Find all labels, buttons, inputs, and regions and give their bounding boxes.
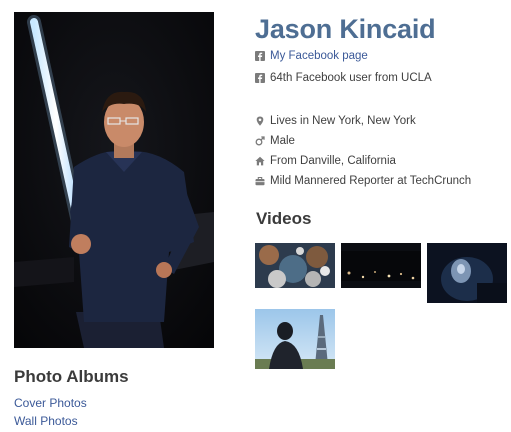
album-link-wall-photos[interactable]: Wall Photos: [14, 414, 78, 428]
videos-heading: Videos: [256, 209, 312, 228]
detail-text-gender: Male: [270, 135, 295, 147]
facebook-icon: [255, 51, 265, 61]
briefcase-icon: [255, 176, 265, 186]
facebook-note-row: 64th Facebook user from UCLA: [255, 70, 432, 86]
video-thumbnail[interactable]: [427, 243, 507, 303]
detail-row-location: Lives in New York, New York: [255, 113, 416, 129]
album-link-cover-photos[interactable]: Cover Photos: [14, 396, 87, 410]
facebook-icon: [255, 73, 265, 83]
detail-text-location: Lives in New York, New York: [270, 115, 416, 127]
profile-name: Jason Kincaid: [255, 14, 436, 44]
detail-text-hometown: From Danville, California: [270, 155, 396, 167]
my-facebook-page-link[interactable]: My Facebook page: [270, 50, 368, 62]
facebook-user-note: 64th Facebook user from UCLA: [270, 72, 432, 84]
detail-row-gender: Male: [255, 133, 295, 149]
video-thumbnail[interactable]: [255, 243, 335, 288]
photo-albums-heading: Photo Albums: [14, 367, 129, 386]
home-icon: [255, 156, 265, 166]
video-thumbnail[interactable]: [255, 309, 335, 369]
video-thumbnail[interactable]: [341, 243, 421, 288]
detail-row-work: Mild Mannered Reporter at TechCrunch: [255, 173, 471, 189]
male-symbol-icon: [255, 136, 265, 146]
detail-text-work: Mild Mannered Reporter at TechCrunch: [270, 175, 472, 187]
facebook-page-row[interactable]: My Facebook page: [255, 48, 368, 64]
detail-row-hometown: From Danville, California: [255, 153, 396, 169]
location-pin-icon: [255, 116, 265, 126]
profile-photo[interactable]: [14, 12, 214, 348]
